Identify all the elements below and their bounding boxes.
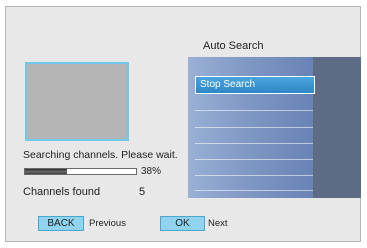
menu-title: Auto Search: [203, 40, 264, 52]
menu-row-divider: [195, 159, 313, 160]
back-button[interactable]: BACK: [38, 216, 84, 231]
search-status-message: Searching channels. Please wait.: [23, 149, 178, 161]
menu-row-divider: [195, 190, 313, 191]
menu-row-divider: [195, 143, 313, 144]
back-button-label: Previous: [89, 218, 126, 229]
ok-button[interactable]: OK: [160, 216, 205, 231]
progress-percentage: 38%: [141, 166, 162, 177]
auto-search-screen: Auto Search Searching channels. Please w…: [0, 0, 367, 248]
channels-found-count: 5: [139, 186, 146, 198]
progress-fill: [25, 169, 68, 174]
menu-side-panel: [313, 57, 361, 198]
tv-preview-window: [25, 62, 129, 141]
menu-row-divider: [195, 110, 313, 111]
stop-search-menu-item[interactable]: Stop Search: [195, 76, 315, 94]
channels-found-label: Channels found: [23, 186, 101, 198]
menu-row-divider: [195, 175, 313, 176]
menu-row-divider: [195, 127, 313, 128]
search-progress-bar: [24, 168, 137, 175]
ok-button-label: Next: [208, 218, 228, 229]
